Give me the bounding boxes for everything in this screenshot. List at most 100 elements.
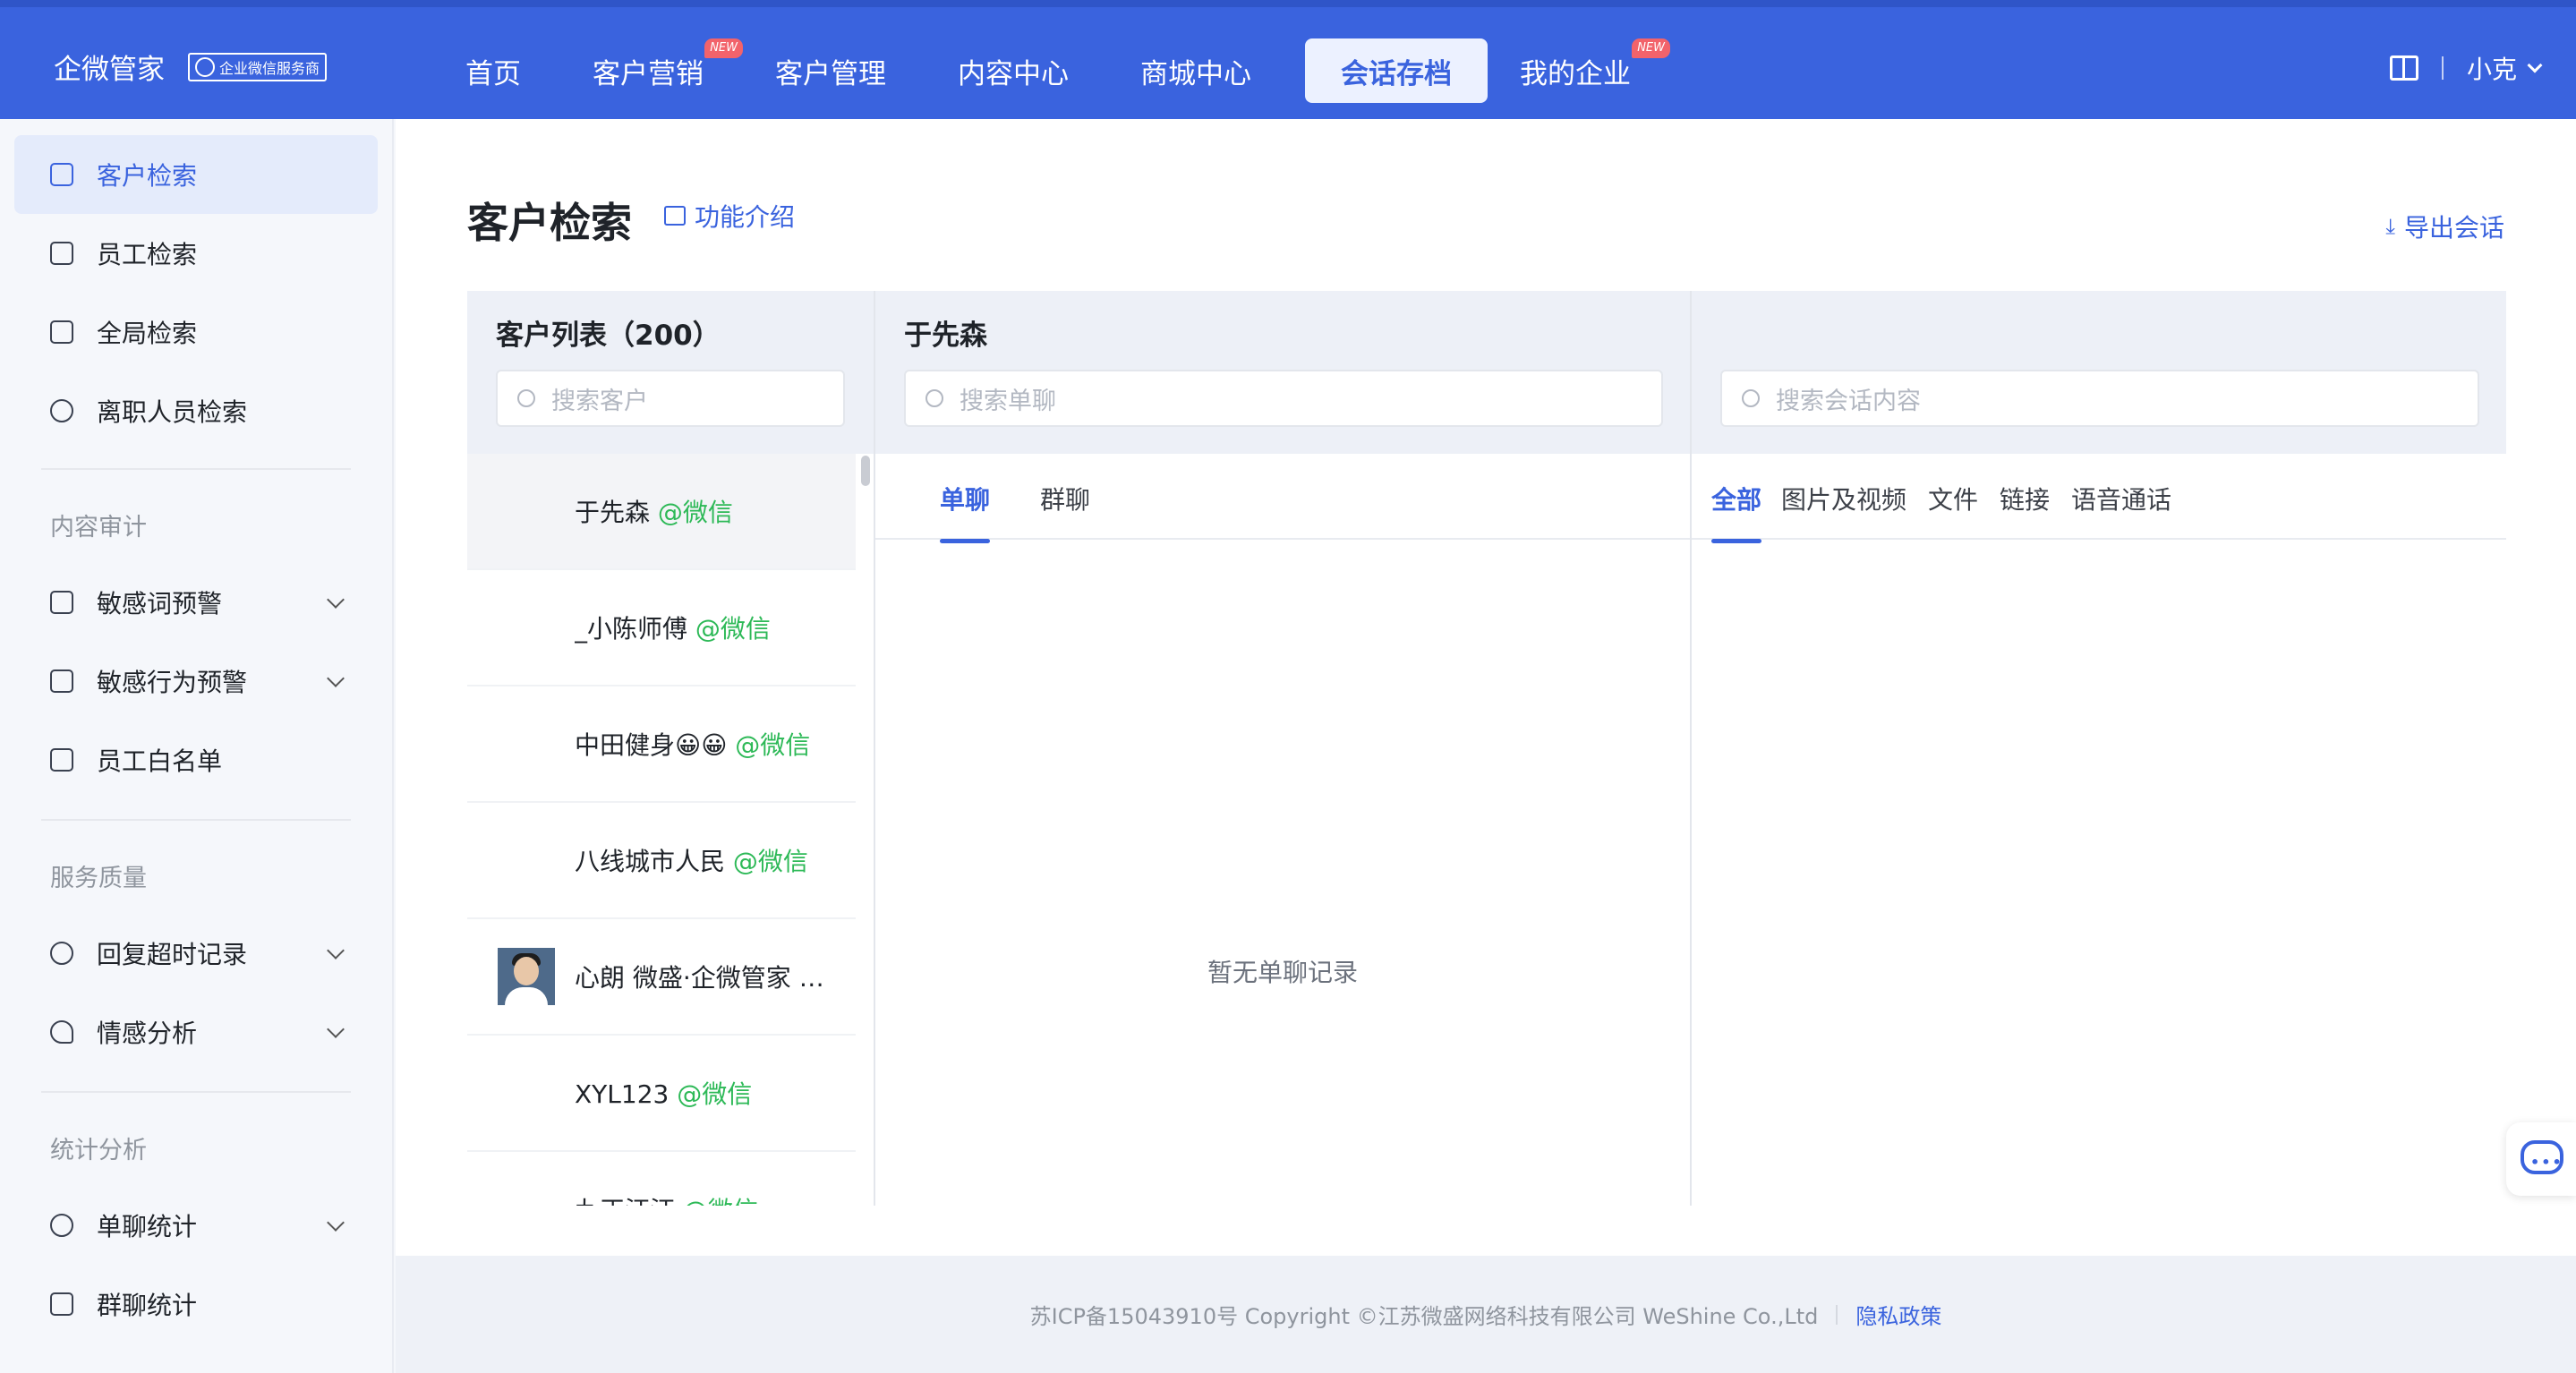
tab-files[interactable]: 文件 [1928,481,1978,516]
list-item[interactable]: 于先森 @微信 [467,454,856,570]
sidebar-item-label: 群聊统计 [97,1291,198,1320]
panel-header: 客户列表（200） 搜索客户 [467,291,874,454]
nav-my-enterprise[interactable]: 我的企业 NEW [1506,38,1670,103]
sidebar-item-global-search[interactable]: 全局检索 [14,293,378,371]
book-icon [664,206,686,226]
list-item[interactable]: 中田健身😀😀 @微信 [467,686,856,803]
brand-badge-label: 企业微信服务商 [219,59,320,77]
chat-tabs: 单聊 群聊 [875,454,1690,543]
clipboard-check-icon [50,748,73,772]
divider [41,819,351,821]
chevron-down-icon [327,591,345,609]
sidebar-item-whitelist[interactable]: 员工白名单 [14,721,378,799]
customer-service-chat-button[interactable]: ••• [2506,1122,2576,1196]
tab-all[interactable]: 全部 [1711,481,1762,543]
customer-source: @微信 [677,1079,753,1109]
chat-panel: 于先森 搜索单聊 单聊 群聊 暂无单聊记录 [874,291,1690,1206]
content-search-input[interactable]: 搜索会话内容 [1720,370,2479,427]
sidebar-item-label: 全局检索 [97,319,198,348]
monitor-chart-icon [50,1292,73,1316]
search-placeholder: 搜索客户 [551,387,648,415]
tab-group-chat[interactable]: 群聊 [1040,481,1090,516]
selected-customer-name: 于先森 [904,320,987,352]
sidebar-item-label: 单聊统计 [97,1212,198,1241]
export-session-button[interactable]: ⤓ 导出会话 [2385,209,2504,244]
customer-search-input[interactable]: 搜索客户 [496,370,845,427]
section-title-audit: 内容审计 [50,514,147,542]
list-item[interactable]: 八线城市人民 @微信 [467,803,856,919]
tab-single-chat[interactable]: 单聊 [940,481,991,543]
chevron-down-icon[interactable] [2527,57,2543,73]
list-item[interactable]: 九正汪汪 @微信 [467,1152,856,1206]
customer-source: @微信 [657,498,733,527]
customer-list-title: 客户列表（200） [496,320,721,352]
nav-label: 内容中心 [958,57,1069,90]
feature-intro-label: 功能介绍 [695,202,796,232]
copyright-text: 苏ICP备15043910号 Copyright ©江苏微盛网络科技有限公司 W… [1029,1304,1819,1329]
sidebar-item-group-chat-stats[interactable]: 群聊统计 [14,1265,378,1343]
nav-mall-center[interactable]: 商城中心 [1105,38,1287,103]
brand-logo[interactable]: 企微管家 企业微信服务商 [54,47,328,87]
dots-icon: ••• [2530,1154,2563,1171]
divider [41,468,351,470]
chevron-down-icon [327,669,345,687]
privacy-policy-link[interactable]: 隐私政策 [1855,1299,1941,1330]
customer-name: _小陈师傅 [575,614,688,644]
sidebar-item-label: 情感分析 [97,1019,198,1048]
sidebar-item-label: 员工检索 [97,240,198,269]
nav-marketing[interactable]: 客户营销 NEW [557,38,743,103]
single-chat-search-input[interactable]: 搜索单聊 [904,370,1663,427]
chevron-down-icon [327,1020,345,1038]
content-tabs: 全部 图片及视频 文件 链接 语音通话 [1692,454,2506,543]
new-badge: NEW [704,38,743,58]
sidebar-item-employee-search[interactable]: 员工检索 [14,214,378,293]
nav-label: 会话存档 [1341,57,1452,90]
feature-intro-link[interactable]: 功能介绍 [664,198,795,234]
nav-content-center[interactable]: 内容中心 [922,38,1105,103]
list-item[interactable]: 心朗 微盛·企微管家 @... [467,919,856,1036]
sidebar-item-resigned-search[interactable]: 离职人员检索 [14,371,378,450]
user-area: 小克 [2389,50,2543,86]
search-placeholder: 搜索会话内容 [1776,387,1921,415]
divider [2441,56,2444,80]
search-scan-icon [50,320,73,344]
main-content: 客户检索 功能介绍 ⤓ 导出会话 客户列表（200） 搜索客户 于先森 @微信 _… [396,119,2576,1256]
word-alert-icon [50,591,73,614]
clock-icon [50,942,73,965]
list-item[interactable]: XYL123 @微信 [467,1036,856,1152]
heart-pulse-icon [50,1020,73,1044]
book-icon[interactable] [2389,55,2418,81]
customer-name: XYL123 [575,1079,670,1109]
nav-label: 首页 [465,57,521,90]
sidebar-item-reply-timeout[interactable]: 回复超时记录 [14,914,378,993]
tab-images-videos[interactable]: 图片及视频 [1781,481,1906,516]
sidebar-item-single-chat-stats[interactable]: 单聊统计 [14,1186,378,1265]
brand-badge: 企业微信服务商 [188,52,328,81]
avatar [498,948,555,1005]
empty-state: 暂无单聊记录 [1207,958,1358,987]
tab-voice-calls[interactable]: 语音通话 [2071,481,2171,516]
sidebar-item-sensitive-words[interactable]: 敏感词预警 [14,563,378,642]
search-badge-icon [195,56,215,77]
nav-session-archive[interactable]: 会话存档 [1305,38,1488,103]
sidebar-item-customer-search[interactable]: 客户检索 [14,135,378,214]
nav-customer-management[interactable]: 客户管理 [739,38,922,103]
nav-label: 我的企业 [1520,57,1631,90]
divider [1836,1304,1838,1325]
section-title-quality: 服务质量 [50,865,147,892]
search-icon [925,389,943,407]
nav-home[interactable]: 首页 [430,38,557,103]
nav-label: 客户管理 [775,57,886,90]
lightning-alert-icon [50,669,73,693]
sidebar-item-label: 离职人员检索 [97,397,248,427]
sidebar: 客户检索 员工检索 全局检索 离职人员检索 内容审计 敏感词预警 敏感行为预警 … [0,119,394,1373]
user-name[interactable]: 小克 [2467,50,2517,86]
scrollbar[interactable] [861,456,870,486]
list-item[interactable]: _小陈师傅 @微信 [467,570,856,686]
sidebar-item-sensitive-behavior[interactable]: 敏感行为预警 [14,642,378,721]
download-icon: ⤓ [2385,214,2395,239]
sidebar-item-sentiment[interactable]: 情感分析 [14,993,378,1071]
customer-source: @微信 [695,614,771,644]
main-nav: 首页 客户营销 NEW 客户管理 内容中心 商城中心 会话存档 我的企业 NEW [430,38,1670,103]
tab-links[interactable]: 链接 [2000,481,2050,516]
